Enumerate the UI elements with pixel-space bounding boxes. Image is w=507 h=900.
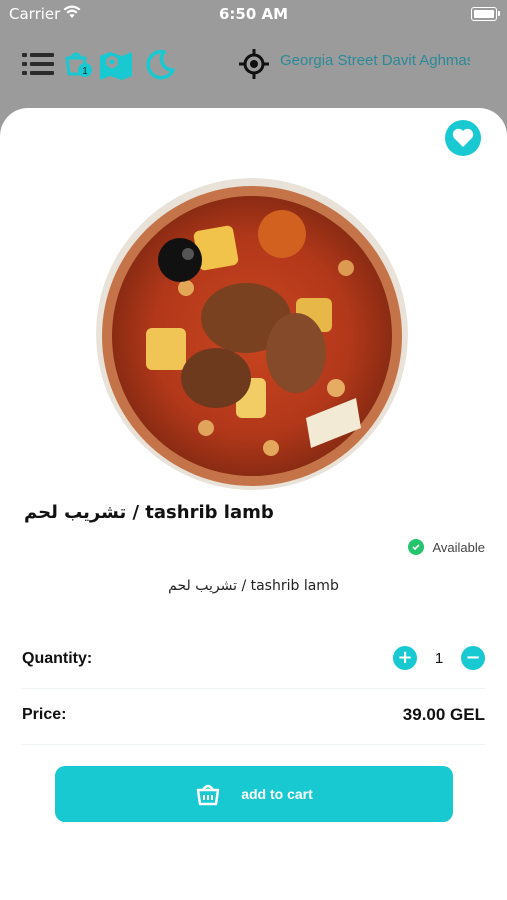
add-to-cart-button[interactable]: add to cart [55,766,453,822]
quantity-value: 1 [434,649,444,667]
heart-icon [452,128,474,147]
price-label: Price: [22,706,67,723]
dish-description: تشريب لحم / tashrib lamb [168,578,339,594]
minus-icon[interactable]: − [461,646,485,670]
product-card: تشريب لحم / tashrib lamb Available تشريب… [0,108,507,900]
availability-label: Available [432,539,485,555]
status-bar: Carrier 6:50 AM [0,0,507,30]
add-to-cart-label: add to cart [241,786,313,802]
location-address[interactable]: Georgia Street Davit Aghmashenebeli [280,52,470,69]
moon-icon[interactable] [142,46,178,82]
target-icon[interactable] [236,46,272,82]
basket-icon[interactable]: 1 [60,46,96,82]
clock: 6:50 AM [218,5,289,23]
check-icon [408,539,425,555]
quantity-label: Quantity: [22,650,93,667]
availability-status: Available [408,539,485,555]
basket-count-badge: 1 [82,66,88,77]
favorite-button[interactable] [445,120,481,156]
quantity-row: Quantity: + 1 − [22,632,485,689]
price-value: 39.00 GEL [402,705,485,724]
cart-icon [196,784,220,806]
battery-icon [471,7,500,21]
map-icon[interactable] [98,46,134,82]
product-detail-screen: Carrier 6:50 AM 1 Georgia Street Davit A… [0,0,507,900]
menu-icon[interactable] [20,46,56,82]
quantity-stepper: + 1 − [393,646,485,670]
price-row: Price: 39.00 GEL [22,688,485,745]
dish-title: تشريب لحم / tashrib lamb [24,502,274,523]
dish-image [96,178,408,490]
plus-icon[interactable]: + [393,646,417,670]
top-navigation: 1 Georgia Street Davit Aghma [0,38,507,88]
